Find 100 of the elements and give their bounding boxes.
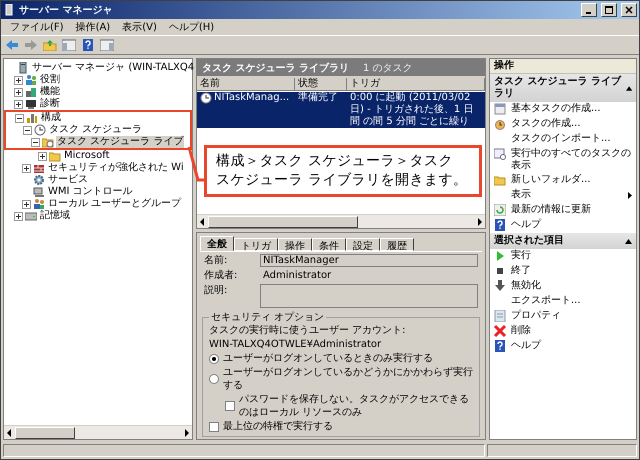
- help-icon: [494, 340, 506, 352]
- right-arrow-icon[interactable]: [182, 426, 192, 438]
- action-link[interactable]: 基本タスクの作成...: [511, 103, 632, 115]
- action-link[interactable]: 終了: [511, 265, 632, 277]
- collapse-caret-icon[interactable]: [625, 238, 632, 244]
- radio-button[interactable]: [209, 374, 219, 384]
- tree-item[interactable]: サービス: [47, 174, 89, 186]
- tab[interactable]: 操作: [278, 238, 312, 251]
- collapse-icon[interactable]: [23, 126, 32, 135]
- action-link[interactable]: ヘルプ: [511, 219, 632, 231]
- column-header[interactable]: 状態: [295, 78, 347, 91]
- help-icon: [494, 219, 506, 231]
- brick-wall-icon: [33, 162, 45, 174]
- window-icon: [494, 148, 506, 160]
- table-cell-text: 準備完了: [298, 92, 338, 105]
- task-row[interactable]: NITaskManag... 準備完了 0:00 に起動 (2011/03/02 日) - トリガされた後、1 日間 の間 5 分間 ごとに繰り: [197, 92, 485, 128]
- pane-title: タスク スケジューラ ライブラリ: [202, 62, 349, 74]
- action-link[interactable]: プロパティ: [511, 310, 632, 322]
- action-link[interactable]: 最新の情報に更新: [511, 204, 632, 216]
- table-cell-text: NITaskManag...: [214, 92, 290, 105]
- maximize-button[interactable]: [601, 3, 617, 17]
- tab[interactable]: 条件: [312, 238, 346, 251]
- action-link[interactable]: 新しいフォルダ...: [511, 174, 632, 186]
- document-icon: [494, 310, 506, 322]
- tab[interactable]: 履歴: [380, 238, 414, 251]
- window-title: サーバー マネージャ: [19, 4, 114, 17]
- expand-icon[interactable]: [22, 164, 31, 173]
- action-link[interactable]: 無効化: [511, 280, 632, 292]
- menu-item[interactable]: ファイル(F): [5, 20, 69, 34]
- help-icon[interactable]: [81, 39, 95, 51]
- tree-item[interactable]: タスク スケジューラ ライブ: [56, 136, 184, 148]
- maximize-icon: [605, 6, 613, 14]
- right-arrow-icon[interactable]: [475, 216, 485, 228]
- horizontal-scrollbar[interactable]: [4, 425, 192, 439]
- action-link[interactable]: 表示: [511, 189, 623, 201]
- menu-item[interactable]: ヘルプ(H): [164, 20, 220, 34]
- menu-item[interactable]: 表示(V): [117, 20, 162, 34]
- tree-item[interactable]: 機能: [39, 86, 61, 98]
- horizontal-scrollbar[interactable]: [197, 214, 485, 228]
- action-link[interactable]: タスクのインポート...: [511, 133, 632, 145]
- tree-item[interactable]: 構成: [40, 112, 62, 124]
- tree-item[interactable]: サーバー マネージャ (WIN-TALXQ4: [31, 62, 196, 74]
- drive-icon: [25, 210, 37, 222]
- name-field[interactable]: NITaskManager: [260, 254, 478, 267]
- tree-item[interactable]: ローカル ユーザーとグループ: [47, 198, 182, 210]
- scroll-thumb[interactable]: [15, 426, 75, 438]
- column-header[interactable]: トリガ: [347, 78, 485, 91]
- radio-button[interactable]: [209, 354, 219, 364]
- tree-item[interactable]: Microsoft: [63, 150, 111, 162]
- clock-icon: [34, 124, 46, 136]
- account-name: WIN-TALXQ4OTWLE¥Administrator: [209, 338, 382, 351]
- tree-item[interactable]: タスク スケジューラ: [48, 124, 144, 136]
- action-link[interactable]: タスクの作成...: [511, 118, 632, 130]
- tab[interactable]: 設定: [346, 238, 380, 251]
- scroll-thumb[interactable]: [208, 216, 358, 228]
- people-icon: [33, 198, 45, 210]
- action-link[interactable]: エクスポート...: [511, 295, 632, 307]
- server-icon: [17, 62, 29, 74]
- gear-icon: [33, 174, 45, 186]
- close-icon: [625, 6, 633, 14]
- expand-icon[interactable]: [14, 100, 23, 109]
- menu-item[interactable]: 操作(A): [70, 20, 116, 34]
- pane-icon[interactable]: [62, 39, 76, 51]
- pane-icon[interactable]: [100, 39, 114, 51]
- action-link[interactable]: ヘルプ: [511, 340, 632, 352]
- description-field[interactable]: [260, 284, 478, 308]
- tree-item[interactable]: 診断: [39, 98, 61, 110]
- expand-icon[interactable]: [22, 200, 31, 209]
- tree-item[interactable]: WMI コントロール: [47, 186, 134, 198]
- task-count: 1 のタスク: [362, 62, 413, 74]
- column-header[interactable]: 名前: [197, 78, 295, 91]
- clock-icon: [200, 92, 212, 104]
- collapse-caret-icon[interactable]: [626, 86, 632, 90]
- tree-item[interactable]: 役割: [39, 74, 61, 86]
- collapse-icon[interactable]: [15, 114, 24, 123]
- boxes-icon: [25, 86, 37, 98]
- option-label: ユーザーがログオンしているかどうかにかかわらず実行する: [223, 366, 473, 392]
- expand-icon[interactable]: [14, 76, 23, 85]
- tab[interactable]: トリガ: [234, 238, 278, 251]
- section-title: 選択された項目: [494, 235, 564, 247]
- expand-icon[interactable]: [38, 152, 47, 161]
- action-link[interactable]: 削除: [511, 325, 632, 337]
- action-link[interactable]: 実行中のすべてのタスクの表示: [511, 148, 632, 172]
- option-label: 最上位の特権で実行する: [223, 420, 333, 433]
- collapse-icon[interactable]: [31, 138, 40, 147]
- expand-icon[interactable]: [14, 88, 23, 97]
- expand-icon[interactable]: [14, 212, 23, 221]
- tree-item[interactable]: 記憶域: [39, 210, 71, 222]
- checkbox[interactable]: [209, 422, 219, 432]
- field-value: Administrator: [262, 269, 332, 282]
- field-label: 作成者:: [204, 269, 238, 282]
- refresh-icon: [494, 204, 506, 216]
- tree-item[interactable]: セキュリティが強化された Wi: [47, 162, 185, 174]
- stop-icon: [494, 265, 506, 277]
- close-button[interactable]: [621, 3, 637, 17]
- group-title: セキュリティ オプション: [210, 310, 326, 324]
- minimize-button[interactable]: [581, 3, 597, 17]
- tab[interactable]: 全般: [200, 236, 234, 251]
- checkbox[interactable]: [225, 401, 235, 411]
- action-link[interactable]: 実行: [511, 250, 632, 262]
